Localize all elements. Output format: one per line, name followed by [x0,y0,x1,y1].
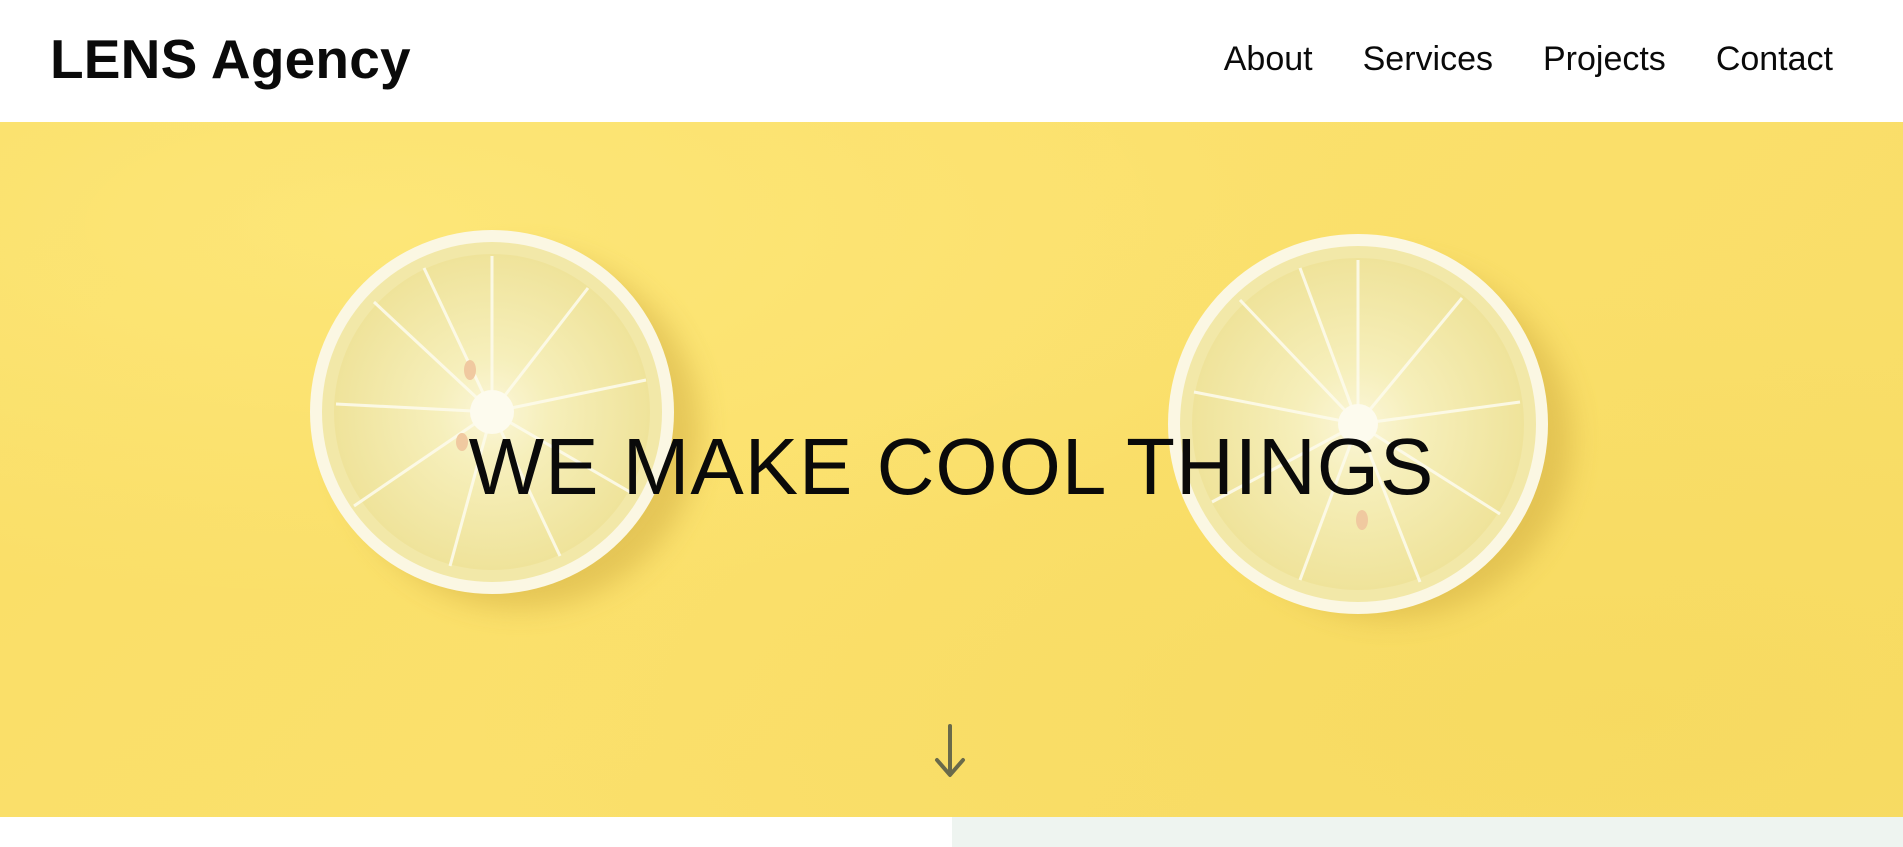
site-header: LENS Agency About Services Projects Cont… [0,0,1903,122]
nav-services[interactable]: Services [1363,40,1493,79]
brand-logo[interactable]: LENS Agency [50,27,411,91]
page: LENS Agency About Services Projects Cont… [0,0,1903,847]
next-section-left [0,817,952,847]
nav-about[interactable]: About [1224,40,1313,79]
nav-contact[interactable]: Contact [1716,40,1833,79]
main-nav: About Services Projects Contact [1224,40,1833,79]
nav-projects[interactable]: Projects [1543,40,1666,79]
hero-title: WE MAKE COOL THINGS [468,422,1435,511]
arrow-down-icon[interactable] [930,722,970,782]
hero-section: WE MAKE COOL THINGS [0,122,1903,817]
next-section-right [952,817,1903,847]
lemon-slice-left [310,230,700,608]
